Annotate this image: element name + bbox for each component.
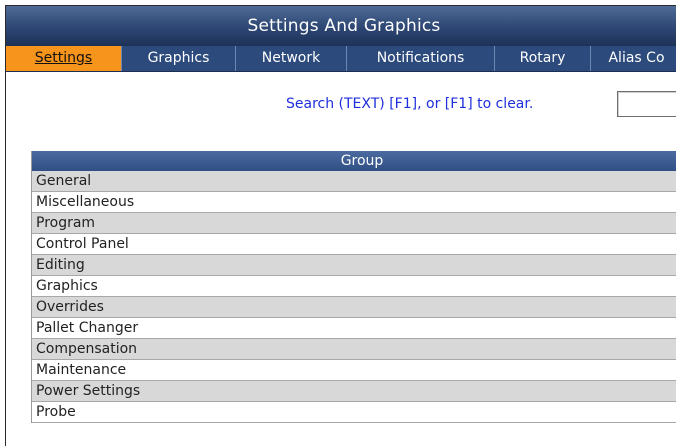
group-row-power-settings[interactable]: Power Settings bbox=[32, 381, 676, 402]
group-row-program[interactable]: Program bbox=[32, 213, 676, 234]
search-input[interactable] bbox=[617, 91, 676, 117]
group-row-maintenance[interactable]: Maintenance bbox=[32, 360, 676, 381]
group-row-probe[interactable]: Probe bbox=[32, 402, 676, 423]
tab-notifications[interactable]: Notifications bbox=[347, 46, 495, 71]
tab-settings[interactable]: Settings bbox=[6, 46, 122, 71]
group-row-overrides[interactable]: Overrides bbox=[32, 297, 676, 318]
tab-rotary[interactable]: Rotary bbox=[495, 46, 591, 71]
group-row-editing[interactable]: Editing bbox=[32, 255, 676, 276]
group-column-header: Group bbox=[32, 151, 676, 171]
tab-bar: Settings Graphics Network Notifications … bbox=[6, 46, 676, 72]
group-row-graphics[interactable]: Graphics bbox=[32, 276, 676, 297]
group-row-miscellaneous[interactable]: Miscellaneous bbox=[32, 192, 676, 213]
tab-alias-codes[interactable]: Alias Co bbox=[591, 46, 676, 71]
search-label: Search (TEXT) [F1], or [F1] to clear. bbox=[286, 96, 534, 112]
group-table: Group General Miscellaneous Program Cont… bbox=[31, 151, 676, 423]
window-title: Settings And Graphics bbox=[247, 16, 441, 36]
group-row-compensation[interactable]: Compensation bbox=[32, 339, 676, 360]
tab-graphics[interactable]: Graphics bbox=[122, 46, 236, 71]
group-row-control-panel[interactable]: Control Panel bbox=[32, 234, 676, 255]
title-bar: Settings And Graphics bbox=[6, 6, 676, 46]
group-row-general[interactable]: General bbox=[32, 171, 676, 192]
tab-network[interactable]: Network bbox=[236, 46, 347, 71]
group-row-pallet-changer[interactable]: Pallet Changer bbox=[32, 318, 676, 339]
